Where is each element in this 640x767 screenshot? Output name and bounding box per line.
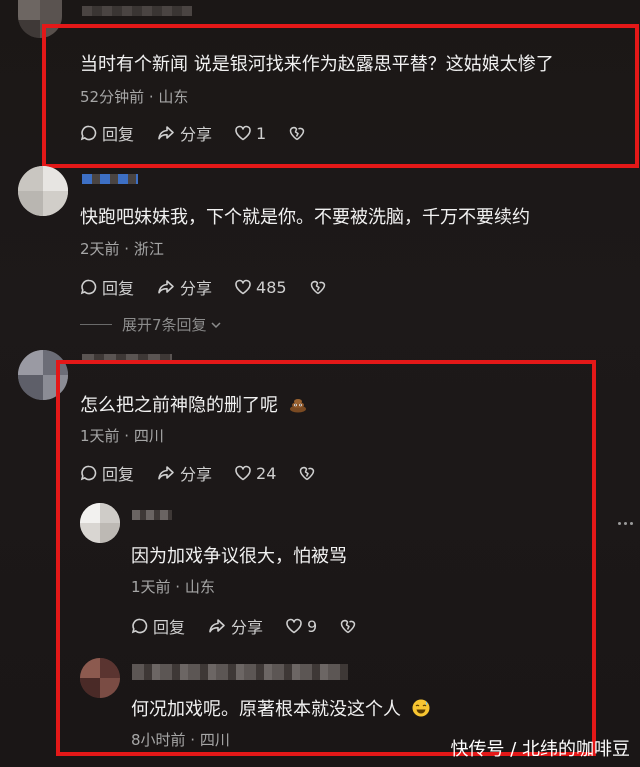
reply-label: 回复	[102, 279, 135, 298]
like-count: 485	[256, 277, 287, 297]
broken-heart-icon	[310, 280, 325, 295]
share-button[interactable]: 分享	[156, 275, 212, 299]
highlight-box	[56, 360, 596, 756]
reply-icon	[81, 279, 97, 295]
more-button[interactable]	[618, 516, 638, 530]
share-icon	[158, 280, 174, 294]
username-blurred[interactable]	[82, 174, 138, 184]
watermark: 快传号 / 北纬的咖啡豆	[450, 739, 630, 760]
avatar[interactable]	[18, 166, 68, 216]
ellipsis-icon	[618, 521, 633, 525]
heart-icon	[235, 279, 251, 295]
expand-replies-button[interactable]: 展开7条回复	[80, 314, 223, 335]
comment-actions: 回复 分享 485	[80, 275, 353, 299]
expand-label: 展开7条回复	[122, 316, 207, 334]
divider-line	[80, 324, 112, 325]
comment-meta: 2天前 · 浙江	[80, 240, 164, 258]
username-blurred[interactable]	[82, 6, 192, 16]
comment-text: 快跑吧妹妹我，下个就是你。不要被洗脑，千万不要续约	[80, 207, 530, 228]
reply-button[interactable]: 回复	[80, 275, 134, 299]
dislike-button[interactable]	[309, 278, 331, 296]
like-button[interactable]: 485	[234, 278, 287, 297]
share-label: 分享	[180, 279, 213, 298]
highlight-box	[42, 24, 639, 168]
chevron-down-icon	[211, 321, 221, 328]
